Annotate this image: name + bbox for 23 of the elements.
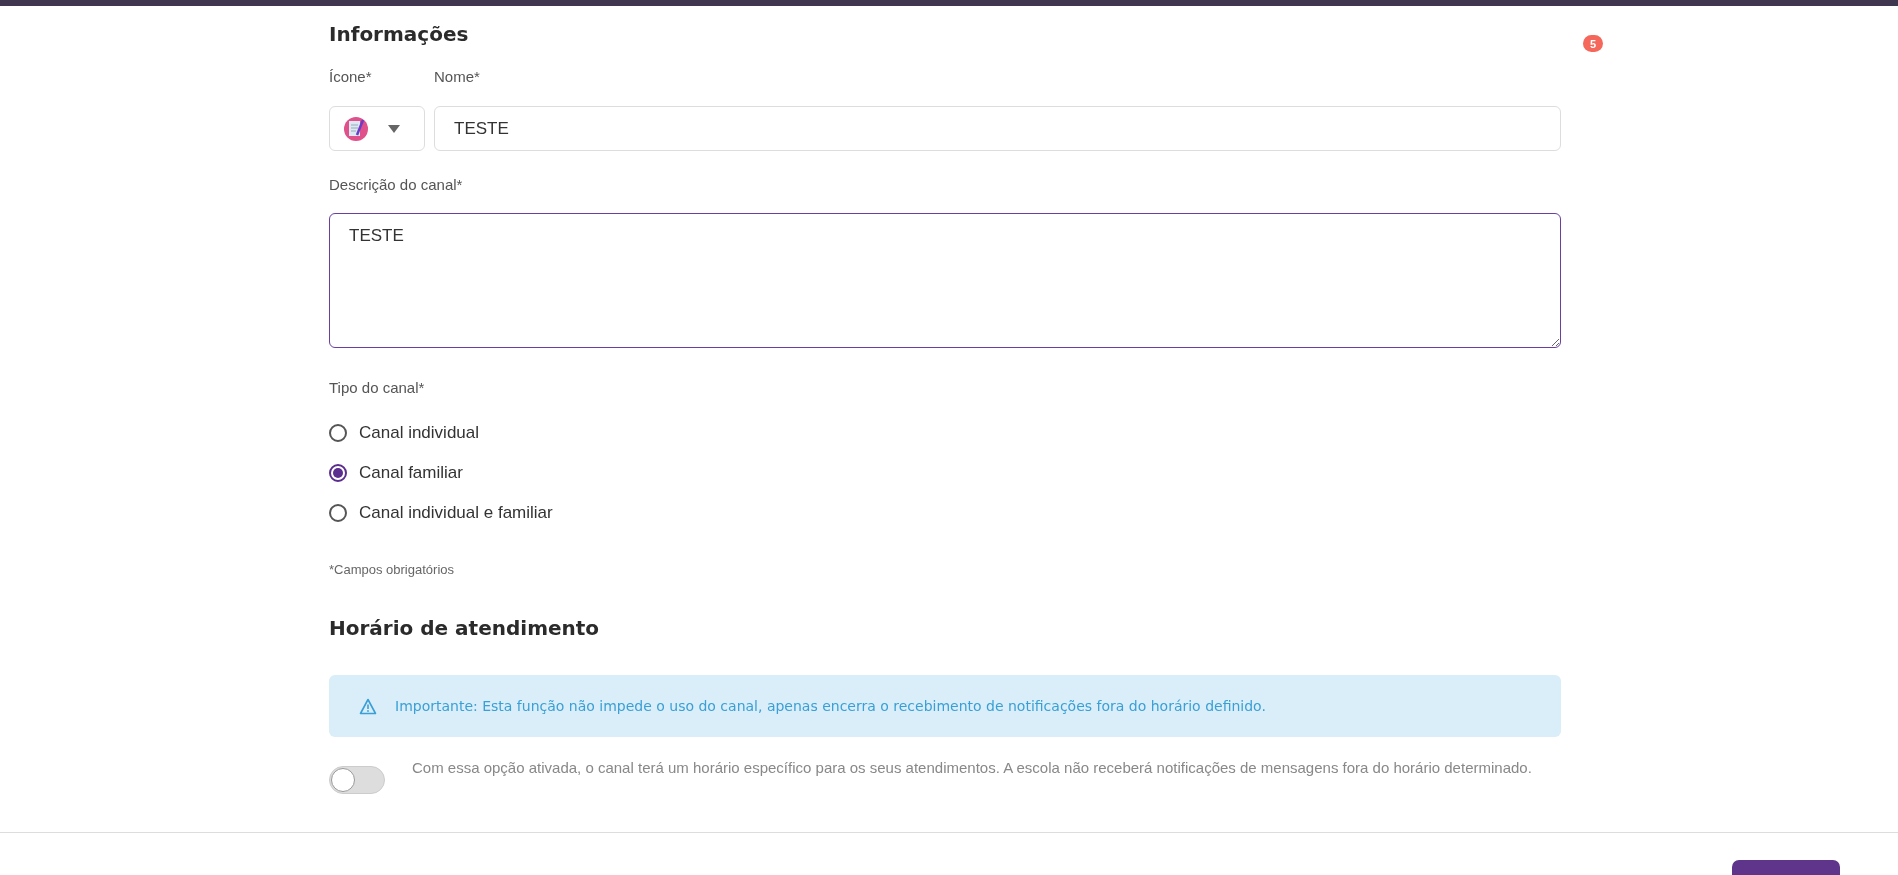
info-text: Importante: Esta função não impede o uso do canal, apenas encerra o recebimento de notificações fora do horário definido. xyxy=(395,698,1266,714)
section-heading: Informações xyxy=(329,21,470,48)
field-label: Nome* xyxy=(434,68,480,86)
field-label: Descrição do canal* xyxy=(329,176,464,194)
description-input-field[interactable]: TESTE xyxy=(329,213,1561,348)
radio-label[interactable]: Canal individual xyxy=(359,423,480,443)
icon-select[interactable] xyxy=(329,106,425,151)
caret-icon xyxy=(388,124,400,133)
warning-icon xyxy=(359,697,377,715)
radio-button[interactable] xyxy=(329,424,347,442)
toggle-switch[interactable] xyxy=(329,766,385,794)
document-icon xyxy=(344,116,368,141)
radio-button[interactable] xyxy=(329,464,347,482)
required-fields-note: *Campos obrigatórios xyxy=(329,562,455,578)
notification-badge: 5 xyxy=(1583,35,1603,52)
radio-label[interactable]: Canal individual e familiar xyxy=(359,503,553,523)
field-label: Tipo do canal* xyxy=(329,379,426,397)
toggle-description: Com essa opção ativada, o canal terá um horário específico para os seus atendimentos. A escola não receberá notificações de mensagens fora do horário determinado. xyxy=(412,758,1532,778)
section-heading: Horário de atendimento xyxy=(329,615,601,642)
name-input-field[interactable]: TESTE xyxy=(434,106,1561,151)
radio-button[interactable] xyxy=(329,504,347,522)
radio-label[interactable]: Canal familiar xyxy=(359,463,463,483)
field-label: Ícone* xyxy=(329,68,373,86)
